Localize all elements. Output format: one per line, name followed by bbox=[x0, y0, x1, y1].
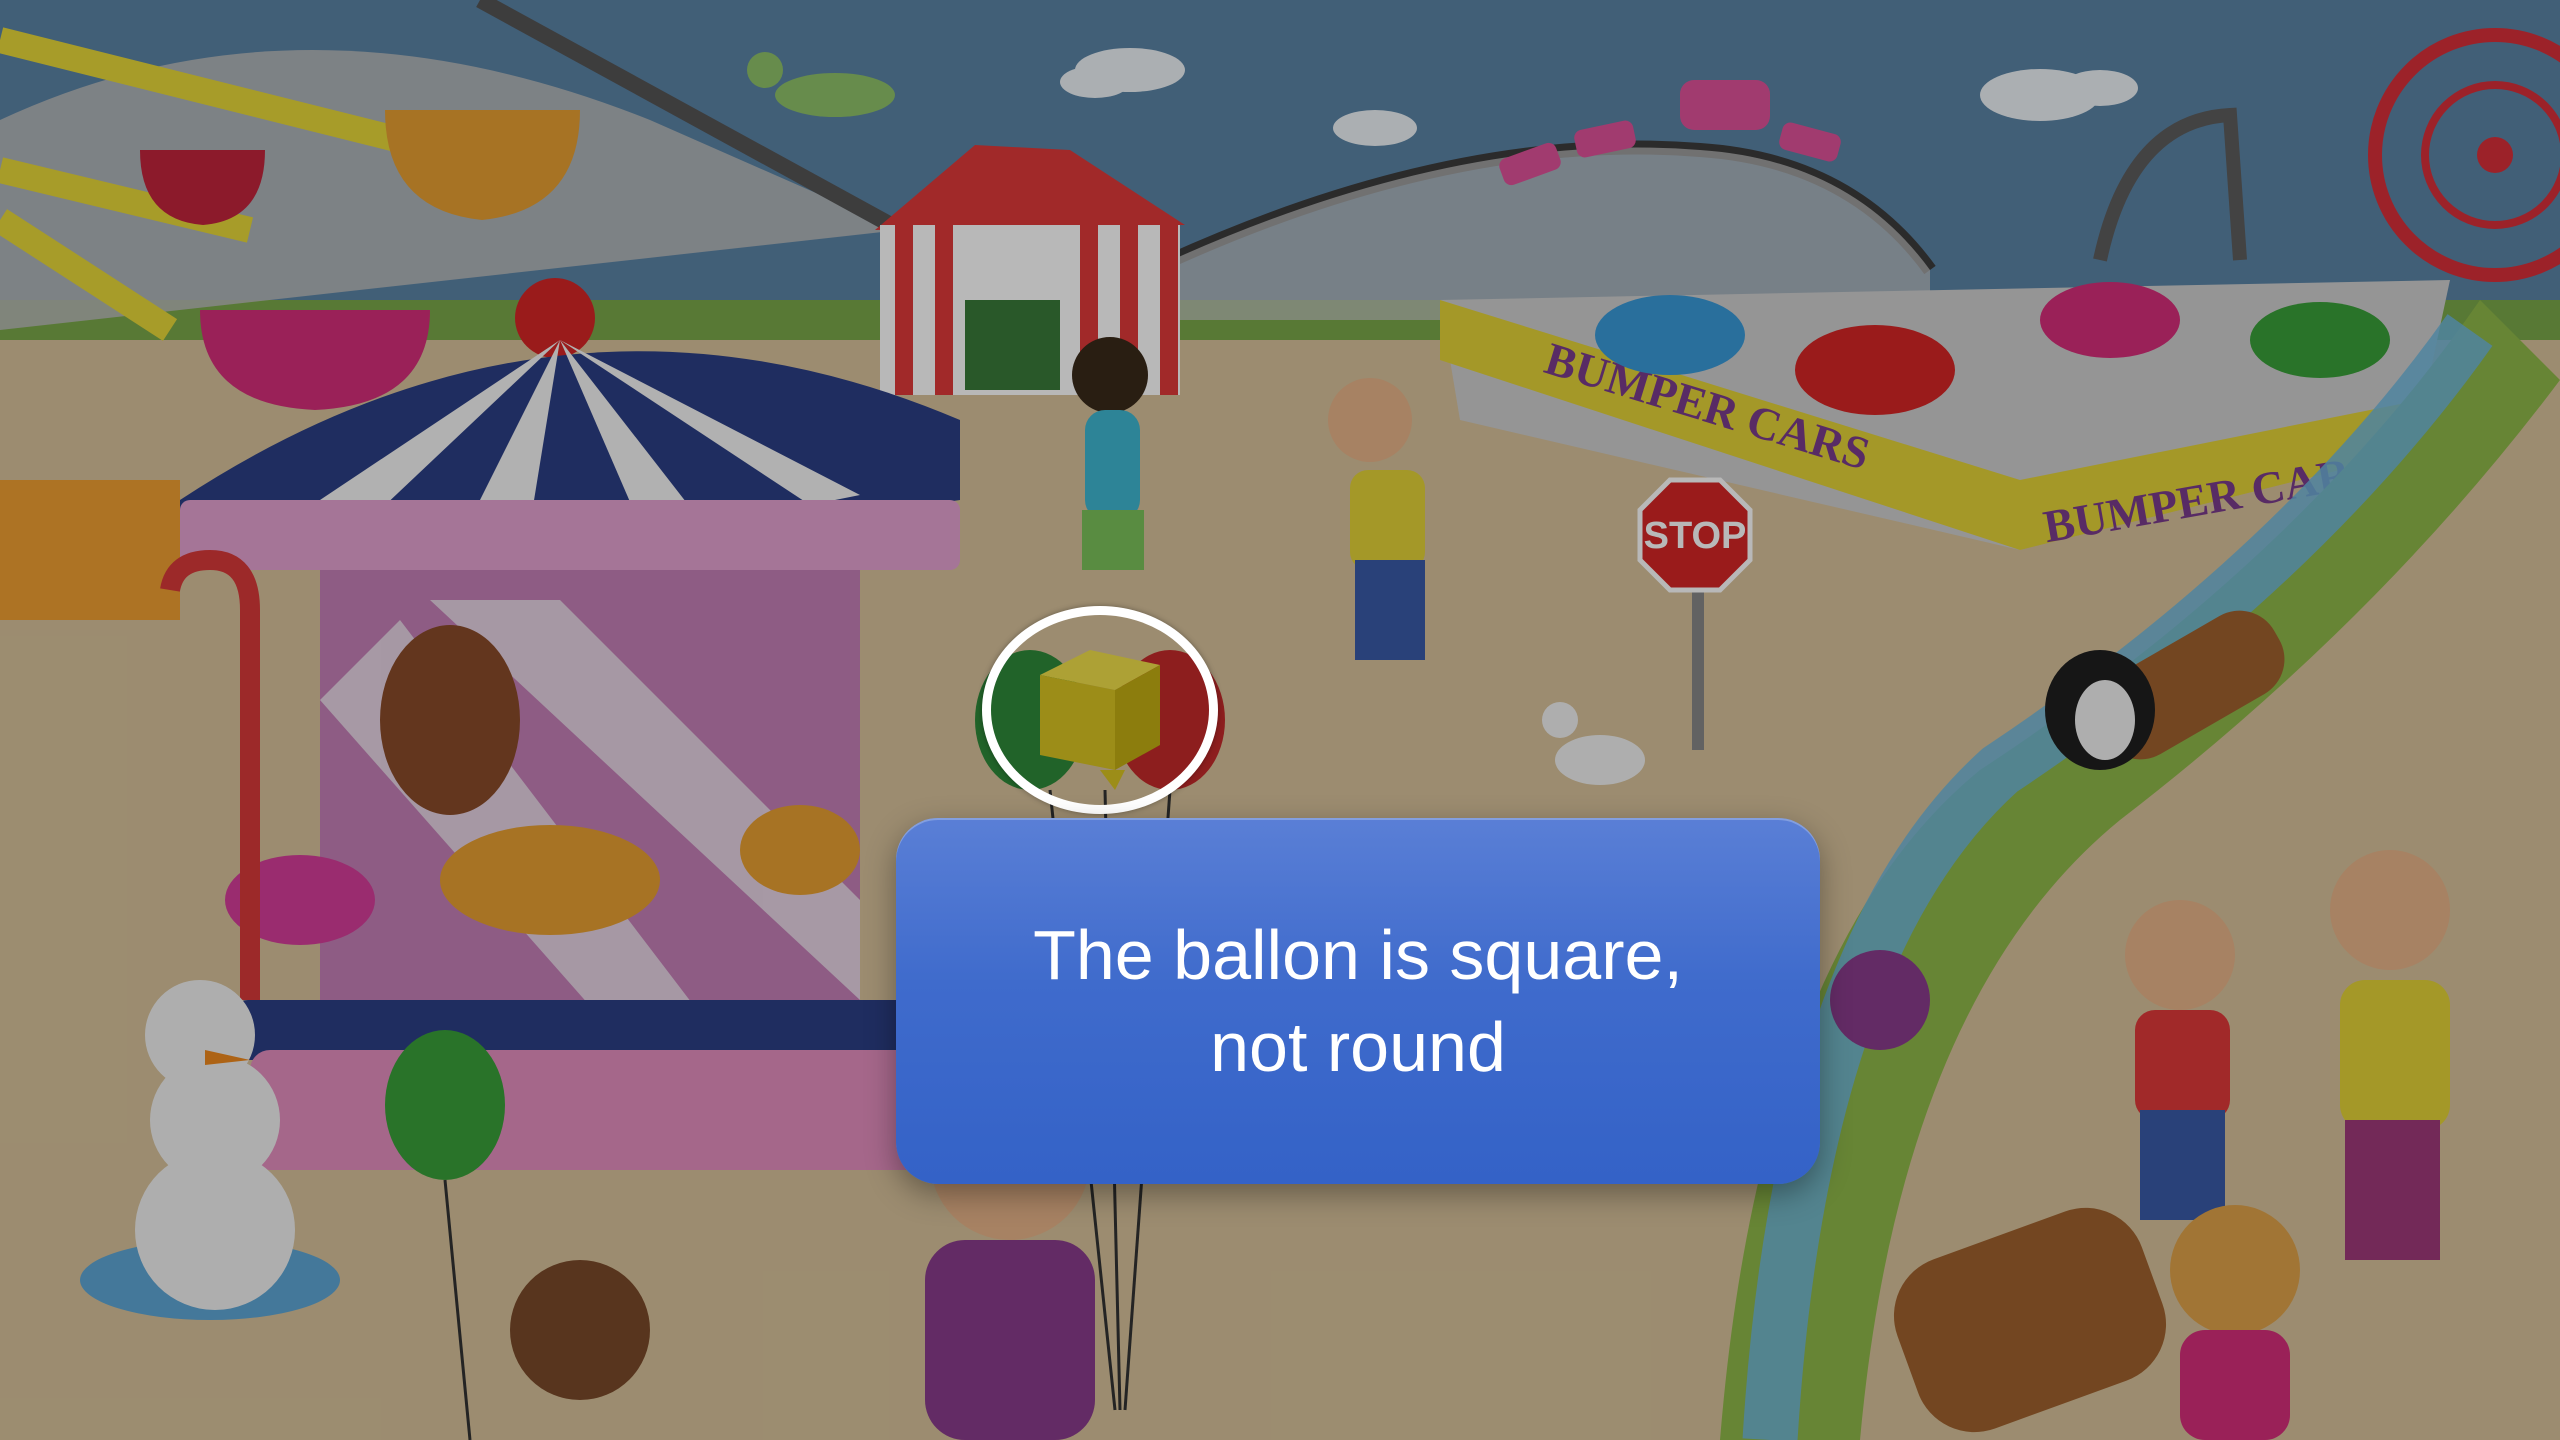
boy-with-drink bbox=[2125, 900, 2235, 1220]
game-stage: BUMPER CARS BUMPER CARS STOP The ballon … bbox=[0, 0, 2560, 1440]
difference-highlight-ring bbox=[982, 606, 1218, 814]
man-mustache bbox=[2330, 850, 2450, 1260]
stop-sign-label: STOP bbox=[1644, 515, 1747, 557]
hint-text-line-2: not round bbox=[1210, 1008, 1506, 1086]
penguin bbox=[2045, 650, 2155, 770]
boy-bottom-left bbox=[510, 1260, 650, 1400]
fairground-scene: BUMPER CARS BUMPER CARS STOP bbox=[0, 0, 2560, 1440]
diver-in-water bbox=[1830, 950, 1930, 1050]
hint-text-line-1: The ballon is square, bbox=[1033, 916, 1683, 994]
gorilla bbox=[380, 625, 520, 815]
star-wall bbox=[0, 480, 180, 620]
hint-panel: The ballon is square, not round bbox=[896, 818, 1820, 1184]
